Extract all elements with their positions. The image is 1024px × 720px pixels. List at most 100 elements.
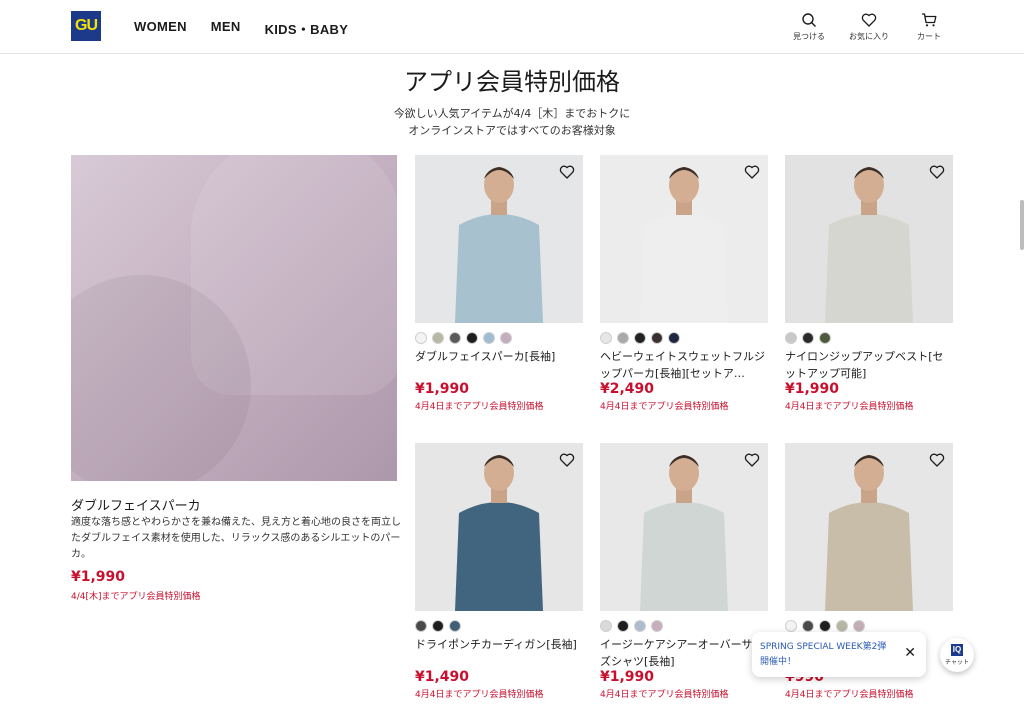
product-price: ¥1,990 <box>785 381 840 397</box>
color-swatch[interactable] <box>432 332 444 344</box>
color-swatches <box>415 620 583 632</box>
color-swatch[interactable] <box>483 332 495 344</box>
feature-price: ¥1,990 <box>71 569 126 585</box>
feature-product-name[interactable]: ダブルフェイスパーカ <box>71 495 201 514</box>
product-card[interactable]: ドライポンチカーディガン[長袖] ¥1,490 4月4日までアプリ会員特別価格 <box>415 443 583 700</box>
find-button[interactable]: 見つける <box>786 12 832 42</box>
product-image[interactable] <box>600 443 768 611</box>
color-swatch[interactable] <box>634 332 646 344</box>
model-illustration <box>640 167 728 323</box>
product-price-note: 4月4日までアプリ会員特別価格 <box>415 402 544 412</box>
product-price-note: 4月4日までアプリ会員特別価格 <box>785 690 914 700</box>
product-card[interactable]: イージーケアシアーオーバーサイズシャツ[長袖] ¥1,990 4月4日までアプリ… <box>600 443 768 700</box>
favorite-heart-icon[interactable] <box>744 452 760 468</box>
color-swatch[interactable] <box>466 332 478 344</box>
iq-chat-icon: IQ <box>950 644 964 656</box>
feature-image[interactable] <box>71 155 397 481</box>
product-image[interactable] <box>785 443 953 611</box>
color-swatch[interactable] <box>634 620 646 632</box>
subtitle-line-1: 今欲しい人気アイテムが4/4［木］までおトクに <box>393 107 631 120</box>
feature-price-note: 4/4[木]までアプリ会員特別価格 <box>71 592 201 602</box>
color-swatch[interactable] <box>819 332 831 344</box>
product-price-note: 4月4日までアプリ会員特別価格 <box>600 402 729 412</box>
nav-kids-baby[interactable]: KIDS・BABY <box>265 19 349 38</box>
product-card[interactable]: ヘビーウェイトスウェットフルジップパーカ[長袖][セットア… ¥2,490 4月… <box>600 155 768 412</box>
product-price: ¥2,490 <box>600 381 655 397</box>
find-label: 見つける <box>793 32 825 41</box>
model-illustration <box>640 455 728 611</box>
site-header: GU WOMEN MEN KIDS・BABY 見つける お気に入り カート <box>0 0 1024 54</box>
model-illustration <box>455 167 543 323</box>
color-swatch[interactable] <box>651 620 663 632</box>
product-price-note: 4月4日までアプリ会員特別価格 <box>600 690 729 700</box>
subtitle-line-2: オンラインストアではすべてのお客様対象 <box>408 124 616 137</box>
favorite-heart-icon[interactable] <box>929 452 945 468</box>
page-title: アプリ会員特別価格 <box>404 68 620 96</box>
feature-description: 適度な落ち感とやわらかさを兼ね備えた、見え方と着心地の良さを両立したダブルフェイ… <box>71 517 401 560</box>
color-swatches <box>600 620 768 632</box>
favorite-heart-icon[interactable] <box>559 164 575 180</box>
model-illustration <box>825 455 913 611</box>
chat-label: チャット <box>945 659 969 666</box>
product-name[interactable]: ヘビーウェイトスウェットフルジップパーカ[長袖][セットア… <box>600 348 768 382</box>
favorites-button[interactable]: お気に入り <box>846 12 892 42</box>
promo-line-1: SPRING SPECIAL WEEK第2弾 <box>760 642 887 652</box>
promo-line-2: 開催中！ <box>760 657 797 667</box>
color-swatch[interactable] <box>785 332 797 344</box>
color-swatches <box>415 332 583 344</box>
color-swatch[interactable] <box>819 620 831 632</box>
color-swatch[interactable] <box>500 332 512 344</box>
product-name[interactable]: ダブルフェイスパーカ[長袖] <box>415 348 583 382</box>
product-name[interactable]: ドライポンチカーディガン[長袖] <box>415 636 583 670</box>
favorite-heart-icon[interactable] <box>559 452 575 468</box>
scrollbar-thumb[interactable] <box>1020 200 1024 250</box>
product-card[interactable]: ダブルフェイスパーカ[長袖] ¥1,990 4月4日までアプリ会員特別価格 <box>415 155 583 412</box>
color-swatch[interactable] <box>802 620 814 632</box>
gu-logo[interactable]: GU <box>71 11 101 41</box>
model-illustration <box>825 167 913 323</box>
product-price-note: 4月4日までアプリ会員特別価格 <box>785 402 914 412</box>
product-price: ¥1,490 <box>415 669 470 685</box>
color-swatch[interactable] <box>449 332 461 344</box>
product-image[interactable] <box>600 155 768 323</box>
color-swatch[interactable] <box>415 332 427 344</box>
close-icon[interactable]: ✕ <box>904 645 916 661</box>
nav-women[interactable]: WOMEN <box>134 19 187 38</box>
color-swatch[interactable] <box>785 620 797 632</box>
promo-banner[interactable]: SPRING SPECIAL WEEK第2弾 開催中！ ✕ <box>752 632 926 677</box>
color-swatch[interactable] <box>836 620 848 632</box>
product-name[interactable]: イージーケアシアーオーバーサイズシャツ[長袖] <box>600 636 768 670</box>
favorite-heart-icon[interactable] <box>744 164 760 180</box>
product-card[interactable]: ナイロンジップアップベスト[セットアップ可能] ¥1,990 4月4日までアプリ… <box>785 155 953 412</box>
heart-icon <box>861 13 877 27</box>
cart-button[interactable]: カート <box>906 12 952 42</box>
color-swatches <box>785 332 953 344</box>
color-swatch[interactable] <box>651 332 663 344</box>
color-swatch[interactable] <box>449 620 461 632</box>
color-swatch[interactable] <box>600 332 612 344</box>
product-image[interactable] <box>415 155 583 323</box>
color-swatch[interactable] <box>617 332 629 344</box>
product-name[interactable]: ナイロンジップアップベスト[セットアップ可能] <box>785 348 953 382</box>
cart-label: カート <box>917 32 941 41</box>
color-swatch[interactable] <box>668 332 680 344</box>
nav-men[interactable]: MEN <box>211 19 241 38</box>
product-image[interactable] <box>415 443 583 611</box>
color-swatch[interactable] <box>415 620 427 632</box>
search-icon <box>802 13 816 27</box>
color-swatch[interactable] <box>853 620 865 632</box>
product-price-note: 4月4日までアプリ会員特別価格 <box>415 690 544 700</box>
product-price: ¥1,990 <box>600 669 655 685</box>
chat-button[interactable]: IQ チャット <box>940 638 974 672</box>
color-swatches <box>785 620 953 632</box>
color-swatch[interactable] <box>617 620 629 632</box>
color-swatch[interactable] <box>802 332 814 344</box>
promo-banner-text: SPRING SPECIAL WEEK第2弾 開催中！ <box>760 640 886 670</box>
product-image[interactable] <box>785 155 953 323</box>
color-swatch[interactable] <box>432 620 444 632</box>
favorite-heart-icon[interactable] <box>929 164 945 180</box>
cart-icon <box>922 13 937 27</box>
header-utilities: 見つける お気に入り カート <box>786 12 952 42</box>
color-swatch[interactable] <box>600 620 612 632</box>
page-subtitle: 今欲しい人気アイテムが4/4［木］までおトクに オンラインストアではすべてのお客… <box>0 105 1024 139</box>
